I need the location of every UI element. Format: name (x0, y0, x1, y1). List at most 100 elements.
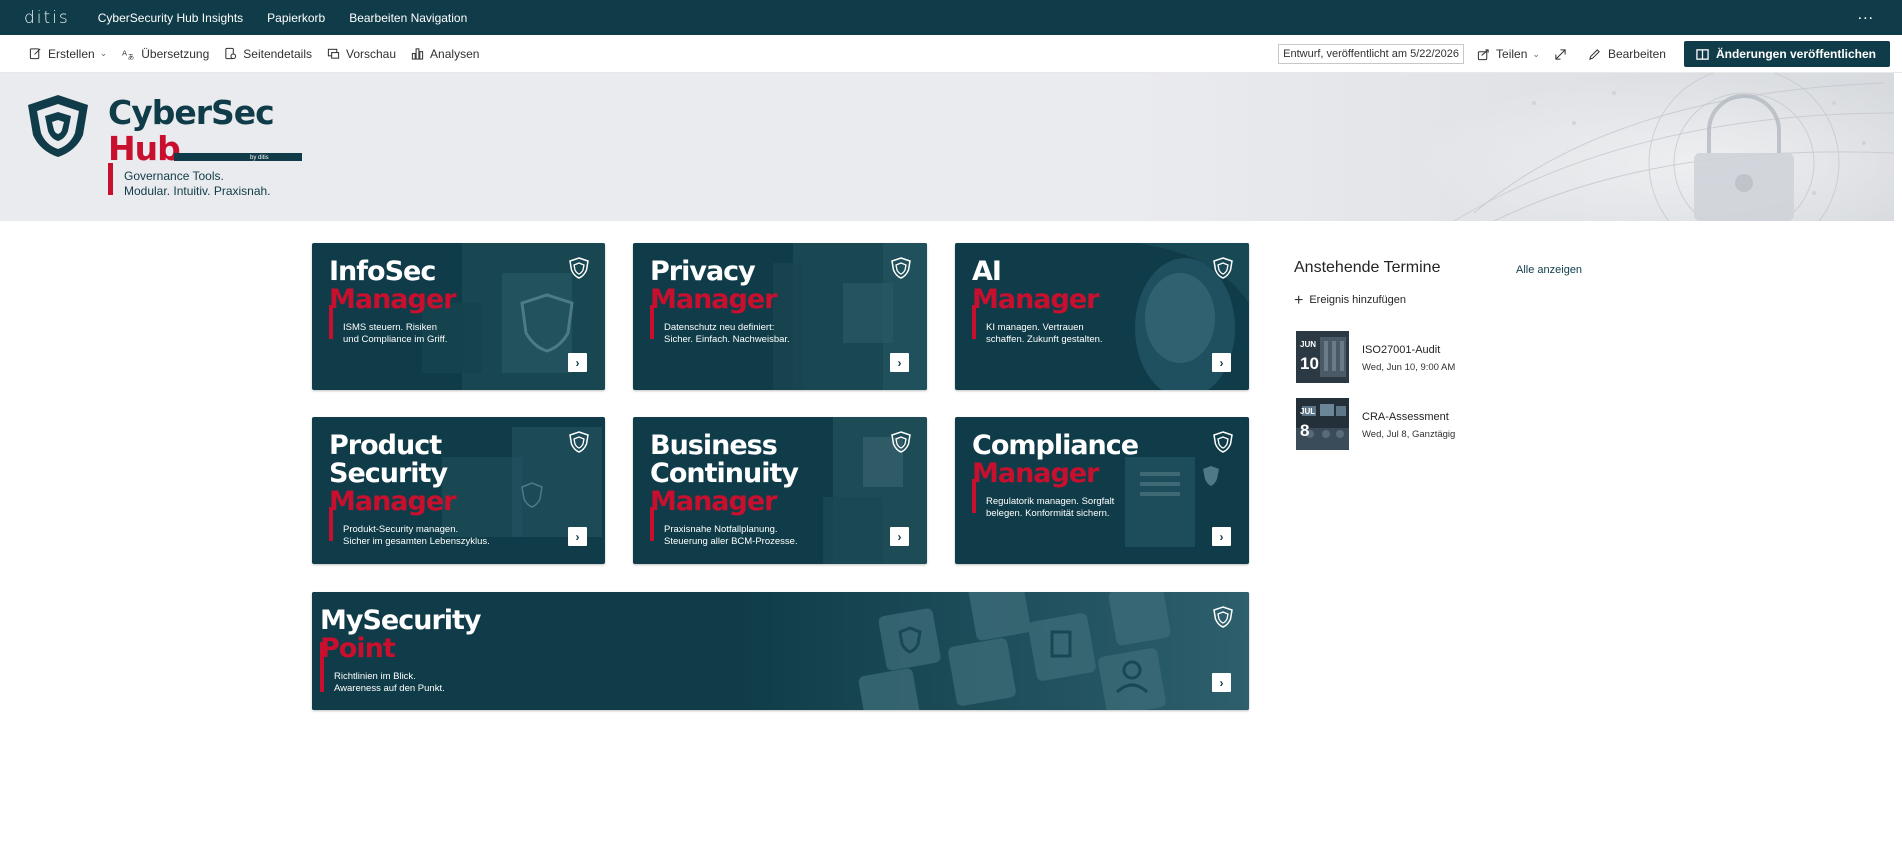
shield-icon (569, 257, 589, 279)
tile-red-bar (650, 305, 654, 339)
tile-accent-title: Manager (650, 486, 777, 517)
event-thumbnail: JUN 10 (1296, 331, 1349, 383)
publish-changes-button[interactable]: Änderungen veröffentlichen (1683, 41, 1890, 67)
shield-icon (1213, 606, 1233, 628)
shield-icon (1213, 431, 1233, 453)
new-document-icon (28, 47, 42, 61)
chevron-down-icon: ⌄ (99, 48, 108, 58)
tile-infosec-manager[interactable]: InfoSec Manager ISMS steuern. Risiken un… (312, 243, 605, 390)
logo-red-bar (108, 163, 113, 195)
event-time: Wed, Jul 8, Ganztägig (1362, 429, 1456, 440)
command-bar: Erstellen ⌄ Aあ Übersetzung Seitendetails… (0, 35, 1902, 73)
page-settings-icon (223, 47, 237, 61)
event-day: 8 (1300, 421, 1310, 440)
publish-label: Änderungen veröffentlichen (1715, 47, 1876, 61)
tile-accent-title: Manager (329, 284, 456, 315)
tile-description-2: schaffen. Zukunft gestalten. (986, 334, 1103, 345)
translation-label: Übersetzung (141, 46, 210, 61)
tile-description-1: Produkt-Security managen. (343, 524, 459, 535)
tile-title: AI (972, 256, 1002, 287)
chevron-right-icon[interactable]: › (890, 353, 909, 372)
event-item[interactable]: JUL 8 CRA-Assessment Wed, Jul 8, Ganztäg… (1296, 398, 1596, 450)
preview-icon (326, 47, 340, 61)
tile-description-2: Awareness auf den Punkt. (334, 683, 445, 694)
preview-label: Vorschau (346, 46, 397, 61)
tile-description-2: belegen. Konformität sichern. (986, 508, 1110, 519)
chevron-right-icon[interactable]: › (890, 527, 909, 546)
tile-title: Privacy (650, 256, 756, 287)
events-header: Anstehende Termine (1294, 259, 1441, 276)
shield-icon (891, 431, 911, 453)
edit-button[interactable]: Bearbeiten (1588, 47, 1666, 61)
analytics-button[interactable]: Analysen (410, 47, 479, 61)
padlock-network-decoration (1414, 73, 1894, 221)
tile-description-2: und Compliance im Griff. (343, 334, 448, 345)
translate-icon: Aあ (121, 47, 135, 61)
event-name: CRA-Assessment (1362, 411, 1449, 423)
chevron-right-icon[interactable]: › (1212, 353, 1231, 372)
chevron-right-icon[interactable]: › (1212, 527, 1231, 546)
chevron-right-icon[interactable]: › (568, 527, 587, 546)
pencil-icon (1588, 47, 1602, 61)
tile-accent-title: Manager (972, 284, 1099, 315)
event-item[interactable]: JUN 10 ISO27001-Audit Wed, Jun 10, 9:00 … (1296, 331, 1596, 383)
cybersec-hub-logo: CyberSec Hub by ditis Governance Tools. … (26, 93, 302, 213)
create-label: Erstellen (48, 46, 95, 61)
add-event-label: Ereignis hinzufügen (1309, 294, 1406, 306)
tile-business-continuity-manager[interactable]: Business Continuity Manager Praxisnahe N… (633, 417, 927, 564)
tile-accent-title: Point (320, 633, 396, 664)
expand-button[interactable] (1554, 47, 1574, 61)
shield-icon (1213, 257, 1233, 279)
event-time: Wed, Jun 10, 9:00 AM (1362, 362, 1456, 373)
translation-button[interactable]: Aあ Übersetzung (121, 46, 210, 61)
bar-chart-icon (410, 47, 424, 61)
book-icon (1696, 48, 1709, 60)
tile-mysecurity-point[interactable]: MySecurity Point Richtlinien im Blick. A… (312, 592, 1249, 710)
svg-text:A: A (122, 48, 127, 57)
tile-description-2: Steuerung aller BCM-Prozesse. (664, 536, 798, 547)
nav-link-recycle-bin[interactable]: Papierkorb (267, 11, 325, 25)
logo-title: CyberSec (108, 93, 275, 132)
tile-red-bar (972, 305, 976, 339)
tile-accent-title: Manager (650, 284, 777, 315)
tile-title: MySecurity (320, 605, 482, 636)
tile-title: Product (329, 430, 442, 461)
tile-red-bar (329, 305, 333, 339)
tile-red-bar (329, 507, 333, 541)
event-day: 10 (1300, 354, 1319, 373)
tile-title: Business (650, 430, 778, 461)
page-details-label: Seitendetails (243, 46, 312, 61)
publish-status: Entwurf, veröffentlicht am 5/22/2026 (1278, 44, 1465, 64)
nav-link-insights[interactable]: CyberSecurity Hub Insights (98, 11, 243, 25)
create-button[interactable]: Erstellen ⌄ (28, 47, 107, 61)
logo-by-ditis: by ditis (250, 155, 269, 161)
see-all-events-link[interactable]: Alle anzeigen (1516, 264, 1582, 276)
tile-title: Compliance (972, 430, 1139, 461)
command-bar-right: Entwurf, veröffentlicht am 5/22/2026 Tei… (1278, 40, 1890, 68)
tile-description-1: Datenschutz neu definiert: (664, 322, 775, 333)
event-month: JUL (1300, 407, 1316, 416)
chevron-right-icon[interactable]: › (568, 353, 587, 372)
tile-accent-title: Manager (329, 486, 456, 517)
chevron-right-icon[interactable]: › (1212, 673, 1231, 692)
logo-tagline-2: Modular. Intuitiv. Praxisnah. (124, 184, 271, 198)
tile-compliance-manager[interactable]: Compliance Manager Regulatorik managen. … (955, 417, 1249, 564)
nav-link-edit-navigation[interactable]: Bearbeiten Navigation (349, 11, 467, 25)
tile-privacy-manager[interactable]: Privacy Manager Datenschutz neu definier… (633, 243, 927, 390)
logo-hub: Hub (108, 129, 181, 168)
tile-description-1: KI managen. Vertrauen (986, 322, 1084, 333)
more-options-icon[interactable]: ... (1858, 6, 1874, 24)
page-details-button[interactable]: Seitendetails (223, 47, 312, 61)
tile-description-1: Regulatorik managen. Sorgfalt (986, 496, 1115, 507)
tile-title-line-2: Security (329, 458, 448, 489)
add-event-button[interactable]: + Ereignis hinzufügen (1294, 292, 1406, 308)
tile-product-security-manager[interactable]: Product Security Manager Produkt-Securit… (312, 417, 605, 564)
share-label: Teilen (1496, 47, 1528, 61)
tile-ai-manager[interactable]: AI Manager KI managen. Vertrauen schaffe… (955, 243, 1249, 390)
site-logo[interactable]: ditis (24, 8, 70, 28)
preview-button[interactable]: Vorschau (326, 47, 396, 61)
tile-accent-title: Manager (972, 458, 1099, 489)
tile-description-2: Sicher. Einfach. Nachweisbar. (664, 334, 790, 345)
share-button[interactable]: Teilen ⌄ (1476, 47, 1540, 61)
share-icon (1476, 47, 1490, 61)
